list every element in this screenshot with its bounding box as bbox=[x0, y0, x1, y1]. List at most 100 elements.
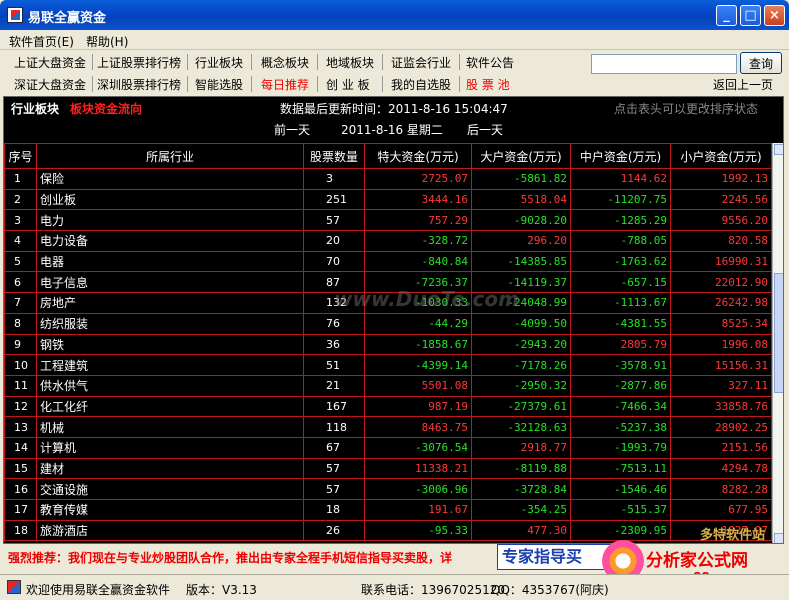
row-index: 6 bbox=[4, 271, 37, 294]
row-medium: -515.37 bbox=[570, 499, 671, 521]
row-index: 11 bbox=[4, 374, 37, 397]
row-medium: -1763.62 bbox=[570, 250, 671, 273]
nav-concept-sector[interactable]: 概念板块 bbox=[261, 54, 309, 71]
table-row[interactable]: 16 交通设施 57 -3006.96 -3728.84 -1546.46 8282.28 bbox=[4, 478, 772, 500]
data-panel: 行业板块 板块资金流向 数据最后更新时间：2011-8-16 15:04:47 … bbox=[3, 96, 784, 544]
table-row[interactable]: 7 房地产 132 -1030.33 -24048.99 -1113.67 26242.98 bbox=[4, 292, 772, 314]
row-index: 1 bbox=[4, 168, 37, 190]
app-icon bbox=[7, 7, 23, 23]
app-status-icon bbox=[7, 580, 21, 594]
scroll-thumb[interactable] bbox=[774, 273, 783, 393]
nav-announcement[interactable]: 软件公告 bbox=[466, 54, 514, 71]
row-stock-count: 36 bbox=[303, 333, 365, 356]
table-row[interactable]: 5 电器 70 -840.84 -14385.85 -1763.62 16990.31 bbox=[4, 250, 772, 273]
row-small: 327.11 bbox=[670, 374, 772, 397]
row-stock-count: 3 bbox=[303, 168, 365, 190]
row-small: 2245.56 bbox=[670, 188, 772, 211]
search-button[interactable]: 查询 bbox=[740, 52, 782, 74]
table-row[interactable]: 11 供水供气 21 5501.08 -2950.32 -2877.86 327.11 bbox=[4, 374, 772, 397]
nav-sh-market-funds[interactable]: 上证大盘资金 bbox=[14, 54, 86, 71]
row-index: 18 bbox=[4, 519, 37, 542]
header-index[interactable]: 序号 bbox=[4, 143, 37, 169]
header-industry[interactable]: 所属行业 bbox=[36, 143, 304, 169]
table-row[interactable]: 3 电力 57 757.29 -9028.20 -1285.29 9556.20 bbox=[4, 209, 772, 232]
row-super-large: -1858.67 bbox=[364, 333, 472, 356]
nav-smart-picker[interactable]: 智能选股 bbox=[195, 76, 243, 93]
nav-sz-market-funds[interactable]: 深证大盘资金 bbox=[14, 76, 86, 93]
row-medium: -3578.91 bbox=[570, 354, 671, 376]
welcome-text: 欢迎使用易联全赢资金软件 bbox=[26, 583, 171, 597]
nav-gem-board[interactable]: 创 业 板 bbox=[326, 76, 370, 93]
row-medium: -788.05 bbox=[570, 230, 671, 252]
row-small: 677.95 bbox=[670, 499, 772, 521]
close-button[interactable]: × bbox=[764, 5, 785, 26]
scroll-up-icon[interactable] bbox=[774, 144, 783, 155]
table-row[interactable]: 1 保险 3 2725.07 -5861.82 1144.62 1992.13 bbox=[4, 168, 772, 190]
row-index: 10 bbox=[4, 354, 37, 376]
row-stock-count: 18 bbox=[303, 499, 365, 521]
table-row[interactable]: 6 电子信息 87 -7236.37 -14119.37 -657.15 22012.90 bbox=[4, 271, 772, 294]
update-time: 数据最后更新时间：2011-8-16 15:04:47 bbox=[280, 102, 508, 116]
nav-csrc-industry[interactable]: 证监会行业 bbox=[391, 54, 451, 71]
next-day-button[interactable]: 后一天 bbox=[467, 121, 503, 138]
table-row[interactable]: 13 机械 118 8463.75 -32128.63 -5237.38 28902.25 bbox=[4, 416, 772, 438]
row-super-large: 8463.75 bbox=[364, 416, 472, 438]
row-industry: 创业板 bbox=[36, 188, 304, 211]
search-input[interactable] bbox=[591, 54, 737, 74]
row-large: -14119.37 bbox=[471, 271, 571, 294]
table-row[interactable]: 2 创业板 251 3444.16 5518.04 -11207.75 2245.56 bbox=[4, 188, 772, 211]
row-industry: 钢铁 bbox=[36, 333, 304, 356]
row-medium: -7513.11 bbox=[570, 457, 671, 480]
separator bbox=[187, 76, 188, 92]
nav-daily-pick[interactable]: 每日推荐 bbox=[261, 76, 309, 93]
nav-stock-pool[interactable]: 股 票 池 bbox=[466, 76, 510, 93]
table-row[interactable]: 9 钢铁 36 -1858.67 -2943.20 2805.79 1996.08 bbox=[4, 333, 772, 356]
qq-text: QQ：4353767(阿庆) bbox=[491, 583, 609, 597]
row-medium: 2805.79 bbox=[570, 333, 671, 356]
header-small-funds[interactable]: 小户资金(万元) bbox=[670, 143, 772, 169]
row-medium: -7466.34 bbox=[570, 395, 671, 418]
nav-sh-stock-ranking[interactable]: 上证股票排行榜 bbox=[97, 54, 181, 71]
table-row[interactable]: 10 工程建筑 51 -4399.14 -7178.26 -3578.91 15156.31 bbox=[4, 354, 772, 376]
row-industry: 电力 bbox=[36, 209, 304, 232]
row-small: 8525.34 bbox=[670, 312, 772, 335]
current-date: 2011-8-16 星期二 bbox=[341, 123, 443, 137]
promo-body: 我们现在与专业炒股团队合作，推出由专家全程手机短信指导买卖股，详 bbox=[68, 551, 453, 565]
prev-day-button[interactable]: 前一天 bbox=[274, 121, 310, 138]
row-industry: 工程建筑 bbox=[36, 354, 304, 376]
back-link[interactable]: 返回上一页 bbox=[713, 76, 773, 93]
separator bbox=[317, 54, 318, 70]
row-index: 12 bbox=[4, 395, 37, 418]
row-large: 2918.77 bbox=[471, 436, 571, 459]
menu-home[interactable]: 软件首页(E) bbox=[9, 33, 74, 50]
row-stock-count: 118 bbox=[303, 416, 365, 438]
nav-my-watchlist[interactable]: 我的自选股 bbox=[391, 76, 451, 93]
table-row[interactable]: 4 电力设备 20 -328.72 296.20 -788.05 820.58 bbox=[4, 230, 772, 252]
vertical-scrollbar[interactable] bbox=[772, 143, 783, 543]
table-row[interactable]: 17 教育传媒 18 191.67 -354.25 -515.37 677.95 bbox=[4, 499, 772, 521]
header-medium-funds[interactable]: 中户资金(万元) bbox=[570, 143, 671, 169]
table-row[interactable]: 8 纺织服装 76 -44.29 -4099.50 -4381.55 8525.34 bbox=[4, 312, 772, 335]
table-row[interactable]: 14 计算机 67 -3076.54 2918.77 -1993.79 2151.56 bbox=[4, 436, 772, 459]
table-row[interactable]: 15 建材 57 11338.21 -8119.88 -7513.11 4294.78 bbox=[4, 457, 772, 480]
row-index: 2 bbox=[4, 188, 37, 211]
nav-industry-sector[interactable]: 行业板块 bbox=[195, 54, 243, 71]
header-large-funds[interactable]: 大户资金(万元) bbox=[471, 143, 571, 169]
row-index: 9 bbox=[4, 333, 37, 356]
separator bbox=[187, 54, 188, 70]
row-large: 5518.04 bbox=[471, 188, 571, 211]
header-stock-count[interactable]: 股票数量 bbox=[303, 143, 365, 169]
maximize-button[interactable]: □ bbox=[740, 5, 761, 26]
sector-funds-table: 序号 所属行业 股票数量 特大资金(万元) 大户资金(万元) 中户资金(万元) … bbox=[4, 143, 772, 542]
menu-help[interactable]: 帮助(H) bbox=[86, 33, 128, 50]
table-row[interactable]: 12 化工化纤 167 987.19 -27379.61 -7466.34 33858.76 bbox=[4, 395, 772, 418]
header-super-large-funds[interactable]: 特大资金(万元) bbox=[364, 143, 472, 169]
nav-region-sector[interactable]: 地域板块 bbox=[326, 54, 374, 71]
row-super-large: 11338.21 bbox=[364, 457, 472, 480]
minimize-button[interactable]: _ bbox=[716, 5, 737, 26]
status-bar: 欢迎使用易联全赢资金软件 版本：V3.13 联系电话：13967025120 Q… bbox=[0, 574, 789, 600]
row-super-large: -1030.33 bbox=[364, 292, 472, 314]
separator bbox=[251, 54, 252, 70]
table-header-row: 序号 所属行业 股票数量 特大资金(万元) 大户资金(万元) 中户资金(万元) … bbox=[4, 143, 772, 169]
nav-sz-stock-ranking[interactable]: 深圳股票排行榜 bbox=[97, 76, 181, 93]
